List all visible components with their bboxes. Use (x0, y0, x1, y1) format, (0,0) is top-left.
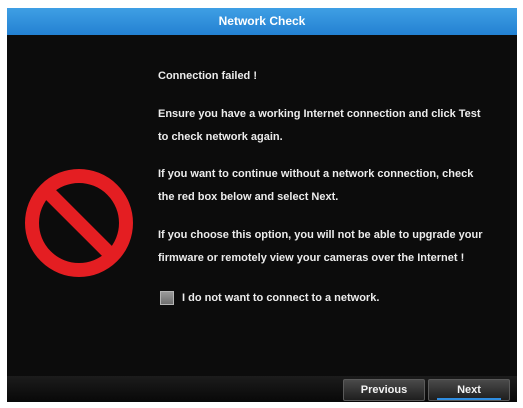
dialog-title: Network Check (7, 8, 517, 35)
previous-button-label: Previous (360, 384, 408, 396)
next-button[interactable]: Next (428, 379, 510, 401)
no-network-checkbox-label[interactable]: I do not want to connect to a network. (182, 292, 379, 304)
instruction-text-4: the red box below and select Next. (158, 191, 339, 203)
next-button-focus-indicator (437, 398, 501, 400)
instruction-text-2: to check network again. (158, 131, 283, 143)
warning-text-1: If you choose this option, you will not … (158, 229, 483, 241)
warning-text-2: firmware or remotely view your cameras o… (158, 252, 465, 264)
instruction-text-1: Ensure you have a working Internet conne… (158, 108, 481, 120)
no-network-option[interactable]: I do not want to connect to a network. (160, 291, 379, 305)
next-button-label: Next (457, 384, 481, 396)
instruction-text-3: If you want to continue without a networ… (158, 168, 474, 180)
no-network-checkbox[interactable] (160, 291, 174, 305)
status-text: Connection failed ! (158, 70, 257, 82)
network-check-dialog: Network Check Connection failed ! Ensure… (7, 8, 517, 402)
previous-button[interactable]: Previous (343, 379, 425, 401)
dialog-footer: Previous Next (7, 376, 517, 402)
no-entry-icon (25, 169, 133, 277)
